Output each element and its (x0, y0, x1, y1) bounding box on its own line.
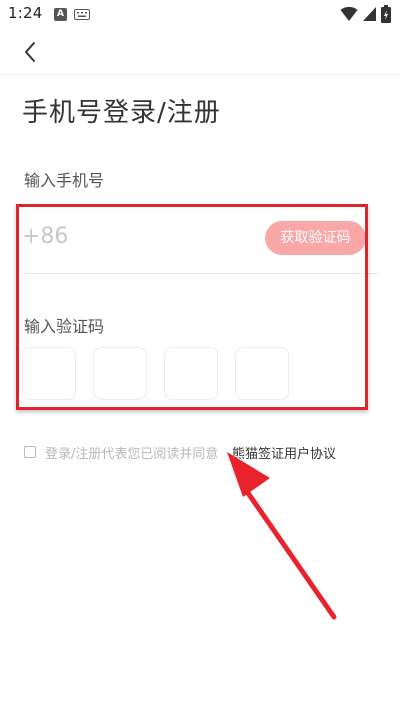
chevron-left-icon (25, 42, 35, 62)
back-button[interactable] (14, 36, 46, 68)
phone-label: 输入手机号 (24, 171, 105, 190)
user-agreement-link[interactable]: 熊猫签证用户协议 (232, 443, 336, 462)
wifi-icon (340, 6, 358, 21)
agreement-text: 登录/注册代表您已阅读并同意 (45, 447, 219, 462)
page-title: 手机号登录/注册 (22, 98, 221, 128)
get-code-button[interactable]: 获取验证码 (265, 221, 366, 255)
phone-divider (22, 273, 378, 274)
agreement-checkbox[interactable] (24, 446, 36, 458)
code-label: 输入验证码 (24, 317, 105, 336)
phone-number-input[interactable]: +86 (22, 224, 68, 249)
keyboard-icon (74, 9, 90, 20)
code-box-1[interactable] (22, 347, 76, 400)
code-box-2[interactable] (93, 347, 147, 400)
status-bar: 1:24 A (0, 0, 400, 30)
code-box-4[interactable] (235, 347, 289, 400)
header-divider (0, 74, 400, 75)
status-time: 1:24 (8, 4, 43, 22)
login-page: 1:24 A 手机号登录/注册 输入手机号 +86 获取验证码 输入验证码 登录… (0, 0, 400, 710)
signal-icon (363, 7, 376, 21)
notification-icon: A (54, 8, 67, 21)
battery-icon (381, 5, 391, 23)
code-box-3[interactable] (164, 347, 218, 400)
